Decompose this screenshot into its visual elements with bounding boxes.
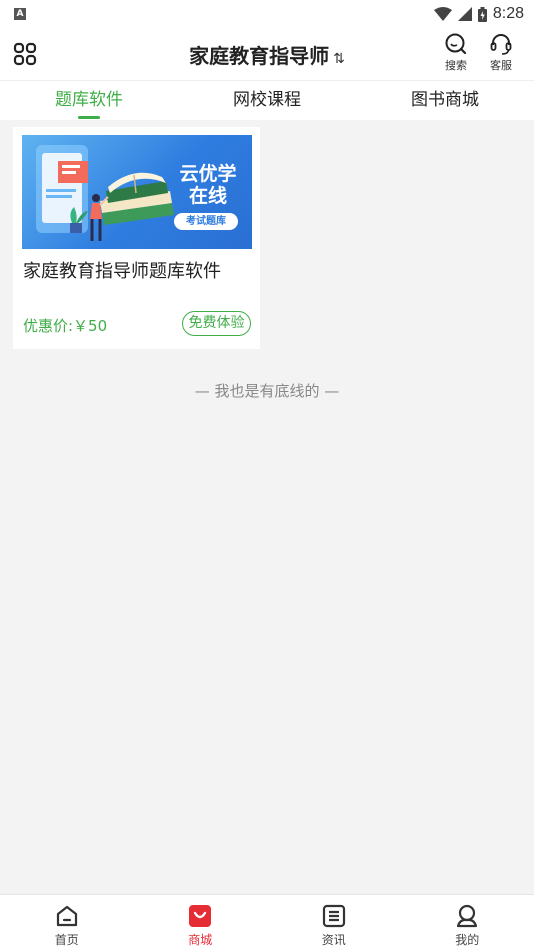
service-label: 客服 [490,59,512,72]
end-of-list-note: — 我也是有底线的 — [194,382,340,400]
product-image: 云优学 在线 考试题库 [22,135,252,249]
wifi-icon [433,7,452,21]
nav-profile-label: 我的 [455,933,480,947]
search-button[interactable]: 搜索 [439,32,473,73]
battery-icon [477,6,487,22]
nav-home[interactable]: 首页 [0,895,134,950]
product-price: 优惠价:￥50 [23,317,108,335]
product-card[interactable]: 云优学 在线 考试题库 家庭教育指导师题库软件 优惠价:￥50 免费体验 [13,127,260,349]
product-title: 家庭教育指导师题库软件 [23,261,221,282]
tab-book-store[interactable]: 图书商城 [356,81,534,120]
nav-news-label: 资讯 [321,933,346,947]
nav-shop[interactable]: 商城 [134,895,268,950]
product-image-brand-line1: 云优学 [179,163,237,185]
nav-news[interactable]: 资讯 [267,895,401,950]
switch-arrows-icon: ⇅ [333,51,345,67]
notification-a-icon: A [14,8,26,20]
home-icon [56,905,77,927]
profile-icon [457,904,478,928]
search-label: 搜索 [445,59,467,72]
shop-bag-icon [189,905,212,927]
status-bar: A 8:28 [0,0,534,28]
product-image-brand-line2: 在线 [188,185,227,207]
clock-time: 8:28 [492,5,524,22]
customer-service-button[interactable]: 客服 [484,32,518,73]
signal-icon [457,7,472,21]
free-trial-button[interactable]: 免费体验 [182,311,251,336]
page-title: 家庭教育指导师 [189,44,330,68]
tab-online-courses[interactable]: 网校课程 [178,81,356,120]
headset-icon [490,34,512,55]
nav-home-label: 首页 [54,933,79,947]
product-image-brand: 云优学 在线 [176,163,240,207]
bottom-navigation: 首页 商城 资讯 我的 [0,894,534,950]
news-icon [322,904,345,928]
nav-shop-label: 商城 [188,933,213,947]
product-image-tag: 考试题库 [174,213,238,230]
tab-question-bank[interactable]: 题库软件 [0,81,178,120]
app-header: 家庭教育指导师 ⇅ 搜索 客服 [0,28,534,80]
search-icon [445,33,467,55]
nav-profile[interactable]: 我的 [401,895,534,950]
category-tabs: 题库软件 网校课程 图书商城 [0,80,534,120]
